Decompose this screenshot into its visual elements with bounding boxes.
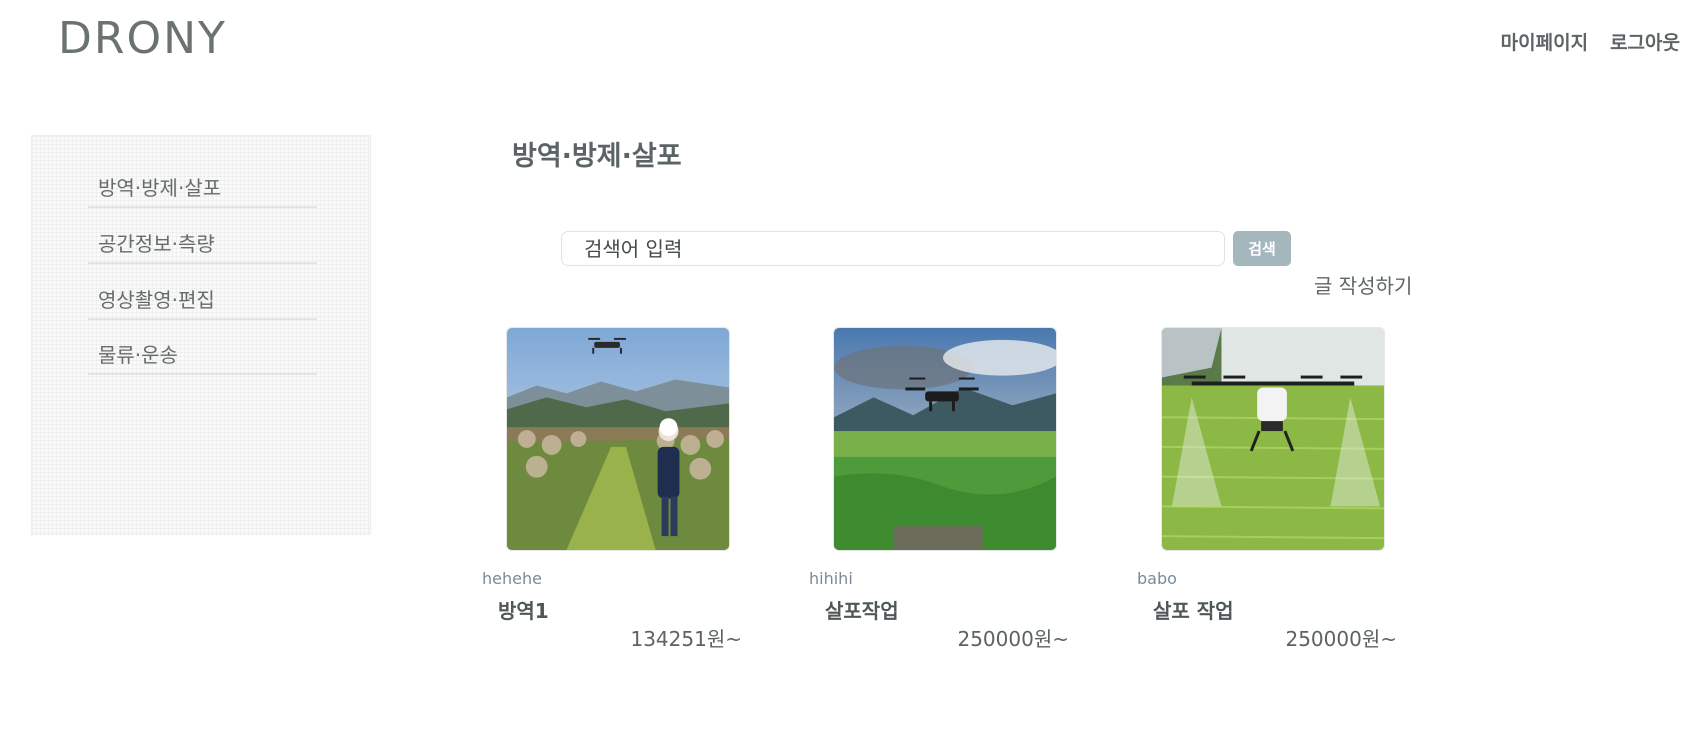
logo[interactable]: DRONY	[58, 12, 227, 66]
sidebar-item-survey[interactable]: 공간정보·측량	[88, 228, 317, 264]
card-author: babo	[1137, 569, 1177, 588]
card-title[interactable]: 살포 작업	[1153, 595, 1234, 624]
card-author: hehehe	[482, 569, 542, 588]
drone-spraying-photo[interactable]	[1161, 327, 1385, 551]
logout-link[interactable]: 로그아웃	[1610, 28, 1680, 55]
card-price: 134251원~	[630, 627, 742, 651]
drone-field-photo[interactable]	[833, 327, 1057, 551]
mypage-link[interactable]: 마이페이지	[1501, 28, 1588, 55]
search-input[interactable]	[561, 231, 1225, 266]
card-author: hihihi	[809, 569, 853, 588]
sidebar-item-logistics[interactable]: 물류·운송	[88, 339, 317, 375]
service-card[interactable]: hehehe 방역1 134251원~	[482, 327, 742, 657]
card-title[interactable]: 살포작업	[825, 595, 899, 624]
service-card[interactable]: babo 살포 작업 250000원~	[1137, 327, 1397, 657]
top-nav: 마이페이지 로그아웃	[1501, 28, 1680, 55]
card-title[interactable]: 방역1	[498, 595, 549, 624]
service-card[interactable]: hihihi 살포작업 250000원~	[809, 327, 1069, 657]
search-button[interactable]: 검색	[1233, 231, 1291, 266]
page-title: 방역·방제·살포	[512, 141, 682, 172]
card-price: 250000원~	[957, 627, 1069, 651]
write-post-link[interactable]: 글 작성하기	[1314, 270, 1412, 299]
sidebar-item-video[interactable]: 영상촬영·편집	[88, 284, 317, 320]
drone-orchard-photo[interactable]	[506, 327, 730, 551]
category-sidebar: 방역·방제·살포 공간정보·측량 영상촬영·편집 물류·운송	[31, 135, 371, 535]
sidebar-item-spray[interactable]: 방역·방제·살포	[88, 172, 317, 208]
card-price: 250000원~	[1285, 627, 1397, 651]
